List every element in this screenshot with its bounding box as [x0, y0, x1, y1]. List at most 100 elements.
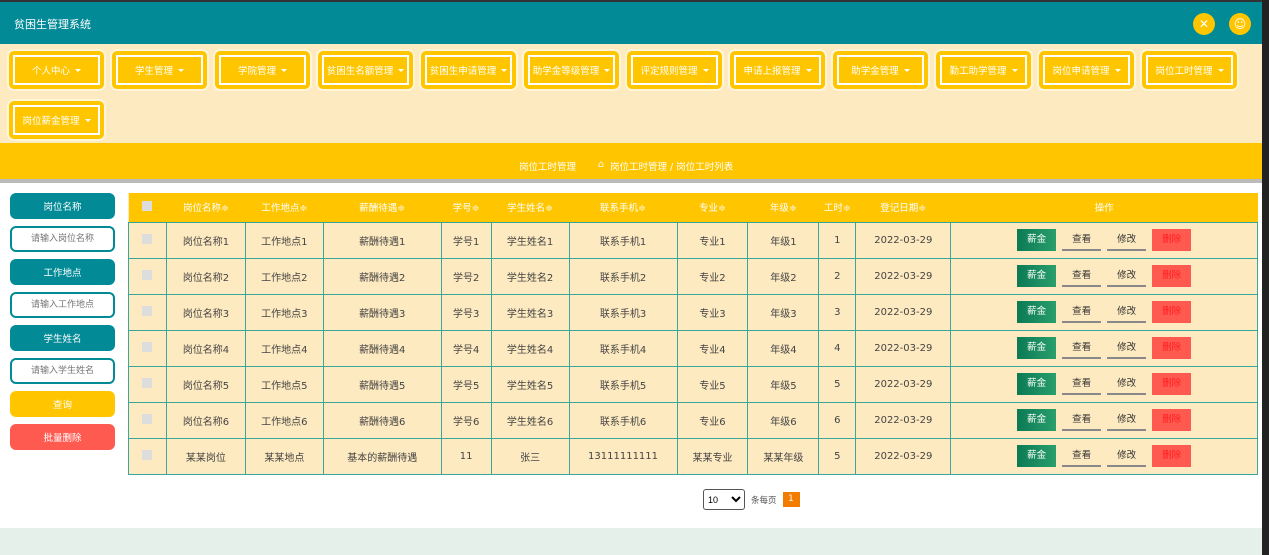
nav-menu-1[interactable]: 学生管理	[112, 51, 207, 89]
table-cell: 联系手机2	[568, 257, 678, 295]
nav-menu-label: 贫困生申请管理	[425, 55, 512, 85]
nav-menu-label: 评定规则管理	[631, 55, 718, 85]
edit-button[interactable]: 修改	[1107, 229, 1147, 251]
user-icon[interactable]: ☺	[1229, 13, 1251, 35]
nav-menu-5[interactable]: 助学金等级管理	[524, 51, 619, 89]
batch-delete-button[interactable]: 批量删除	[10, 424, 115, 450]
home-icon[interactable]: ⌂	[598, 159, 604, 170]
nav-menu-label: 贫困生名额管理	[322, 55, 409, 85]
edit-button[interactable]: 修改	[1107, 409, 1147, 431]
nav-menu-3[interactable]: 贫困生名额管理	[318, 51, 413, 89]
column-header[interactable]: 专业≑	[677, 193, 748, 222]
table-cell: 岗位名称4	[165, 329, 246, 367]
view-button[interactable]: 查看	[1062, 373, 1102, 395]
top-bar: 贫困生管理系统 ✕ ☺	[0, 0, 1262, 44]
salary-button[interactable]: 薪金	[1017, 229, 1057, 251]
row-checkbox[interactable]	[142, 449, 153, 460]
table-cell: 学号4	[440, 329, 492, 367]
table-cell: 2022-03-29	[855, 221, 952, 259]
nav-menu-7[interactable]: 申请上报管理	[730, 51, 825, 89]
delete-button[interactable]: 删除	[1152, 337, 1192, 359]
column-header[interactable]: 学生姓名≑	[491, 193, 570, 222]
column-header[interactable]: 操作	[950, 193, 1258, 222]
row-checkbox[interactable]	[142, 305, 153, 316]
row-checkbox[interactable]	[142, 413, 153, 424]
table-cell: 专业2	[676, 257, 749, 295]
column-header[interactable]: 联系手机≑	[569, 193, 678, 222]
view-button[interactable]: 查看	[1062, 229, 1102, 251]
delete-button[interactable]: 删除	[1152, 373, 1192, 395]
nav-menu-11[interactable]: 岗位工时管理	[1142, 51, 1237, 89]
edit-button[interactable]: 修改	[1107, 265, 1147, 287]
nav-menu-4[interactable]: 贫困生申请管理	[421, 51, 516, 89]
nav-menu-6[interactable]: 评定规则管理	[627, 51, 722, 89]
edit-button[interactable]: 修改	[1107, 373, 1147, 395]
delete-button[interactable]: 删除	[1152, 301, 1192, 323]
nav-menu-8[interactable]: 助学金管理	[833, 51, 928, 89]
nav-menu-12[interactable]: 岗位薪金管理	[9, 101, 104, 139]
delete-button[interactable]: 删除	[1152, 229, 1192, 251]
salary-button[interactable]: 薪金	[1017, 373, 1057, 395]
delete-button[interactable]: 删除	[1152, 409, 1192, 431]
table-cell: 专业1	[676, 221, 749, 259]
delete-button[interactable]: 删除	[1152, 445, 1192, 467]
view-button[interactable]: 查看	[1062, 337, 1102, 359]
table-cell: 某某专业	[676, 437, 749, 475]
table-cell: 11	[440, 437, 492, 475]
row-checkbox[interactable]	[142, 233, 153, 244]
work-location-input[interactable]	[10, 292, 115, 318]
nav-menu-9[interactable]: 勤工助学管理	[936, 51, 1031, 89]
view-button[interactable]: 查看	[1062, 265, 1102, 287]
table-cell: 工作地点3	[244, 293, 324, 331]
query-button[interactable]: 查询	[10, 391, 115, 417]
edit-button[interactable]: 修改	[1107, 301, 1147, 323]
nav-menu-2[interactable]: 学院管理	[215, 51, 310, 89]
table-cell: 1	[818, 221, 857, 259]
nav-menu-label: 学院管理	[219, 55, 306, 85]
table-cell: 2	[818, 257, 857, 295]
view-button[interactable]: 查看	[1062, 301, 1102, 323]
table-row: 岗位名称5 工作地点5 薪酬待遇5 学号5 学生姓名5 联系手机5 专业5 年级5 5 2022-…	[128, 365, 1258, 403]
table-cell: 学生姓名2	[490, 257, 570, 295]
page-size-select[interactable]: 10	[703, 489, 745, 510]
table-cell: 工作地点4	[244, 329, 324, 367]
row-checkbox[interactable]	[142, 341, 153, 352]
column-header[interactable]: 登记日期≑	[855, 193, 951, 222]
fullscreen-icon[interactable]: ✕	[1193, 13, 1215, 35]
table-cell: 岗位名称6	[165, 401, 246, 439]
column-header[interactable]: 岗位名称≑	[166, 193, 246, 222]
column-header[interactable]: 年级≑	[747, 193, 819, 222]
table-cell: 薪酬待遇4	[322, 329, 442, 367]
column-header[interactable]: 学号≑	[441, 193, 492, 222]
table-cell: 岗位名称2	[165, 257, 246, 295]
table-row: 岗位名称4 工作地点4 薪酬待遇4 学号4 学生姓名4 联系手机4 专业4 年级4 4 2022-…	[128, 329, 1258, 367]
page-1-button[interactable]: 1	[782, 492, 800, 507]
student-name-input[interactable]	[10, 358, 115, 384]
table-cell: 联系手机1	[568, 221, 678, 259]
column-header[interactable]: 薪酬待遇≑	[323, 193, 442, 222]
pagination: 10 条每页 1	[703, 489, 800, 510]
edit-button[interactable]: 修改	[1107, 445, 1147, 467]
scrollbar[interactable]	[1262, 0, 1269, 555]
table-cell: 专业3	[676, 293, 749, 331]
salary-button[interactable]: 薪金	[1017, 265, 1057, 287]
salary-button[interactable]: 薪金	[1017, 409, 1057, 431]
select-all-checkbox[interactable]	[142, 200, 153, 211]
delete-button[interactable]: 删除	[1152, 265, 1192, 287]
row-checkbox[interactable]	[142, 269, 153, 280]
salary-button[interactable]: 薪金	[1017, 445, 1057, 467]
column-header[interactable]: 工作地点≑	[245, 193, 324, 222]
view-button[interactable]: 查看	[1062, 409, 1102, 431]
breadcrumb: 岗位工时管理 ⌂ 岗位工时管理 / 岗位工时列表	[0, 143, 1262, 183]
row-checkbox[interactable]	[142, 377, 153, 388]
edit-button[interactable]: 修改	[1107, 337, 1147, 359]
column-header[interactable]: 工时≑	[818, 193, 856, 222]
post-name-input[interactable]	[10, 226, 115, 252]
nav-menu-10[interactable]: 岗位申请管理	[1039, 51, 1134, 89]
view-button[interactable]: 查看	[1062, 445, 1102, 467]
label-work-location: 工作地点	[10, 259, 115, 285]
salary-button[interactable]: 薪金	[1017, 301, 1057, 323]
nav-menu-label: 岗位申请管理	[1043, 55, 1130, 85]
salary-button[interactable]: 薪金	[1017, 337, 1057, 359]
nav-menu-0[interactable]: 个人中心	[9, 51, 104, 89]
